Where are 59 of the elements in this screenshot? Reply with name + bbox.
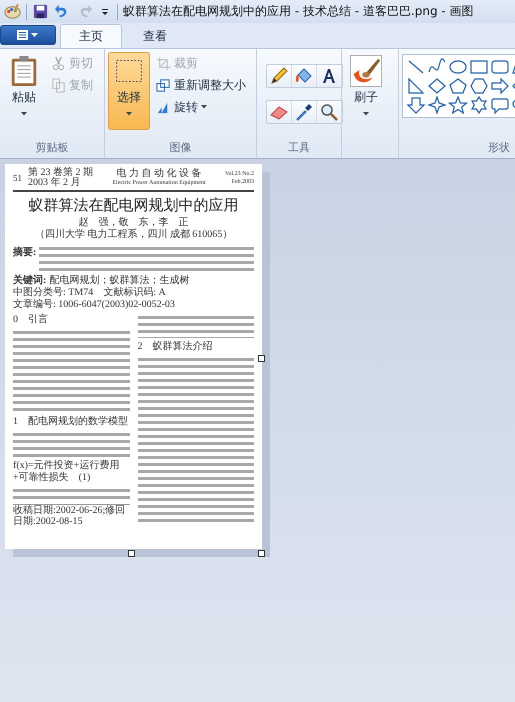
resize-icon [156,78,171,92]
section-heading: 1 配电网规划的数学模型 [13,416,129,428]
page-number: 51 [13,173,22,183]
paintbrush-icon [350,55,382,87]
right-arrow-icon[interactable] [490,77,510,95]
save-icon[interactable] [32,3,49,20]
crop-icon [156,56,171,70]
caret-icon [201,105,207,109]
file-menu-button[interactable] [0,25,56,45]
caret-icon [126,112,132,116]
keywords-label: 关键词: [13,275,46,286]
group-label: 图像 [168,140,192,156]
ribbon-tab[interactable]: 主页 [60,24,122,48]
resize-button[interactable]: 重新调整大小 [154,76,248,94]
clipboard-icon [9,55,39,87]
scissors-icon [51,56,66,70]
article-metadata: 文献标识码: A [103,287,166,299]
menu-icon [15,29,41,41]
issue-number: 第 23 卷第 2 期 [28,168,93,178]
paper-title: 蚁群算法在配电网规划中的应用 [28,196,240,215]
pentagon-icon[interactable] [448,77,468,95]
triangle-icon[interactable] [406,77,426,95]
speech-bubble-icon[interactable] [490,96,510,114]
footnote-text: 收稿日期:2002-06-26;修回日期:2002-08-15 [13,504,130,527]
issue-date: 2003 年 2 月 [28,178,82,188]
group-label: 剪贴板 [34,140,70,156]
section-heading: 0 引言 [13,314,49,326]
section-heading: 2 蚁群算法介绍 [138,341,214,353]
resize-handle[interactable] [258,550,265,557]
down-arrow-icon[interactable] [406,96,426,114]
abstract-label: 摘要: [13,245,36,259]
resize-handle[interactable] [128,550,135,557]
author-names: 赵 强，敬 东，李 正 [78,217,190,228]
line-icon[interactable] [406,58,426,76]
window-title: 蚁群算法在配电网规划中的应用 - 技术总结 - 道客巴巴.png - 画图 [123,3,474,20]
rotate-button[interactable]: 旋转 [154,98,248,116]
four-point-star-icon[interactable] [427,96,447,114]
formula-text: f(x)=元件投资+运行费用+可靠性损失 (1) [13,460,120,484]
group-label: 工具 [287,140,311,156]
journal-name: 电 力 自 动 化 设 备 [116,169,202,179]
article-metadata: 中图分类号: TM74 [13,287,94,298]
caret-icon [21,112,27,116]
hexagon-icon[interactable] [469,77,489,95]
resize-handle[interactable] [258,355,265,362]
article-metadata: 文章编号: 1006-6047(2003)02-0052-03 [13,299,175,311]
star-icon[interactable] [448,96,468,114]
diamond-icon[interactable] [427,77,447,95]
six-point-star-icon[interactable] [469,96,489,114]
brushes-button[interactable]: 刷子 [345,52,387,130]
rectangle-icon[interactable] [469,58,489,76]
ribbon-tab[interactable]: 查看 [124,24,186,48]
select-button[interactable]: 选择 [108,52,150,130]
paint-palette-icon[interactable] [4,3,21,20]
group-label: 形状 [487,140,511,156]
copy-icon [51,78,66,92]
caret-icon [363,112,369,116]
author-affiliation: （四川大学 电力工程系，四川 成都 610065） [34,229,234,241]
paste-button[interactable]: 粘贴 [3,52,45,130]
keywords-text: 配电网规划；蚁群算法；生成树 [49,275,190,286]
